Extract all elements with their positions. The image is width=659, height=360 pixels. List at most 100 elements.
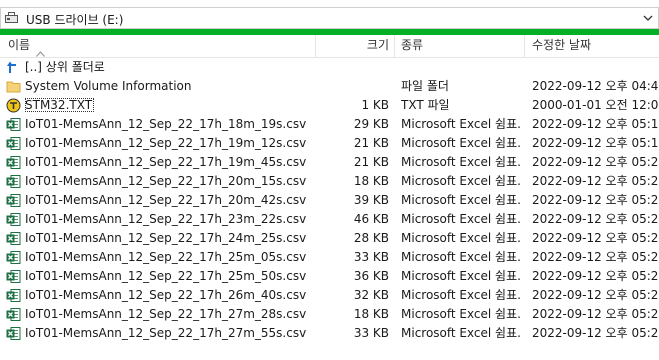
- column-header-size[interactable]: 크기: [316, 35, 389, 57]
- file-size: 21 KB: [353, 136, 389, 150]
- excel-csv-icon: [6, 307, 21, 322]
- chevron-down-icon[interactable]: [642, 12, 654, 24]
- excel-csv-icon: [6, 250, 21, 265]
- column-name-label: 이름: [8, 38, 31, 52]
- file-size: 33 KB: [353, 250, 389, 264]
- file-type: Microsoft Excel 쉼표...: [401, 307, 521, 321]
- file-type: Microsoft Excel 쉼표...: [401, 136, 521, 150]
- file-name-text: IoT01-MemsAnn_12_Sep_22_17h_26m_40s.csv: [25, 288, 307, 302]
- file-name: IoT01-MemsAnn_12_Sep_22_17h_26m_40s.csv: [25, 286, 315, 305]
- file-modified: [532, 58, 659, 77]
- file-size: 28 KB: [353, 231, 389, 245]
- file-name-text: IoT01-MemsAnn_12_Sep_22_17h_20m_15s.csv: [25, 174, 307, 188]
- file-row[interactable]: IoT01-MemsAnn_12_Sep_22_17h_23m_22s.csv 4…: [0, 210, 659, 229]
- file-name-text: IoT01-MemsAnn_12_Sep_22_17h_23m_22s.csv: [25, 212, 307, 226]
- file-size: 21 KB: [353, 155, 389, 169]
- file-name-text: IoT01-MemsAnn_12_Sep_22_17h_18m_19s.csv: [25, 117, 307, 131]
- file-size: 29 KB: [353, 117, 389, 131]
- file-type: TXT 파일: [401, 98, 450, 112]
- file-type: Microsoft Excel 쉼표...: [401, 288, 521, 302]
- usb-drive-icon: [5, 12, 18, 24]
- file-name: IoT01-MemsAnn_12_Sep_22_17h_24m_25s.csv: [25, 229, 315, 248]
- file-modified: 2022-09-12 오후 05:19: [532, 136, 659, 150]
- file-modified: 2022-09-12 오후 05:27: [532, 307, 659, 321]
- file-name: STM32.TXT: [25, 96, 315, 115]
- file-row[interactable]: IoT01-MemsAnn_12_Sep_22_17h_19m_12s.csv 2…: [0, 134, 659, 153]
- parent-folder-icon: [6, 60, 21, 75]
- file-modified: 2022-09-12 오후 04:48: [532, 79, 659, 93]
- file-size: 18 KB: [353, 174, 389, 188]
- file-modified: 2000-01-01 오전 12:00: [532, 98, 659, 112]
- file-modified: 2022-09-12 오후 05:20: [532, 155, 659, 169]
- excel-csv-icon: [6, 117, 21, 132]
- column-size-label: 크기: [366, 38, 389, 52]
- file-name-text: [..] 상위 폴더로: [25, 60, 105, 74]
- file-name-text: IoT01-MemsAnn_12_Sep_22_17h_19m_45s.csv: [25, 155, 307, 169]
- file-type: Microsoft Excel 쉼표...: [401, 250, 521, 264]
- file-name-text: IoT01-MemsAnn_12_Sep_22_17h_24m_25s.csv: [25, 231, 307, 245]
- file-size: [315, 58, 389, 77]
- file-name-text: System Volume Information: [25, 79, 192, 93]
- file-size: 32 KB: [353, 288, 389, 302]
- file-row[interactable]: [..] 상위 폴더로: [0, 58, 659, 77]
- column-header-name[interactable]: 이름: [8, 35, 46, 57]
- file-type: Microsoft Excel 쉼표...: [401, 269, 521, 283]
- file-type: Microsoft Excel 쉼표...: [401, 155, 521, 169]
- file-name: IoT01-MemsAnn_12_Sep_22_17h_19m_45s.csv: [25, 153, 315, 172]
- file-row[interactable]: IoT01-MemsAnn_12_Sep_22_17h_26m_40s.csv 3…: [0, 286, 659, 305]
- column-type-label: 종류: [401, 38, 424, 52]
- file-row[interactable]: System Volume Information 파일 폴더 2022-09-12…: [0, 77, 659, 96]
- file-name: IoT01-MemsAnn_12_Sep_22_17h_25m_05s.csv: [25, 248, 315, 267]
- file-name: System Volume Information: [25, 77, 315, 96]
- file-row[interactable]: IoT01-MemsAnn_12_Sep_22_17h_25m_05s.csv 3…: [0, 248, 659, 267]
- file-size: 1 KB: [361, 98, 389, 112]
- file-type: Microsoft Excel 쉼표...: [401, 231, 521, 245]
- file-row[interactable]: IoT01-MemsAnn_12_Sep_22_17h_19m_45s.csv 2…: [0, 153, 659, 172]
- file-row[interactable]: IoT01-MemsAnn_12_Sep_22_17h_18m_19s.csv 2…: [0, 115, 659, 134]
- file-list: [..] 상위 폴더로 System Volume Information 파일 폴…: [0, 58, 659, 343]
- file-name: IoT01-MemsAnn_12_Sep_22_17h_23m_22s.csv: [25, 210, 315, 229]
- file-size: 36 KB: [353, 269, 389, 283]
- file-modified: 2022-09-12 오후 05:18: [532, 117, 659, 131]
- column-modified-label: 수정한 날짜: [532, 38, 592, 52]
- file-name-text: STM32.TXT: [25, 98, 95, 112]
- excel-csv-icon: [6, 326, 21, 341]
- file-name: IoT01-MemsAnn_12_Sep_22_17h_18m_19s.csv: [25, 115, 315, 134]
- file-size: 39 KB: [353, 193, 389, 207]
- address-bar[interactable]: USB 드라이브 (E:): [0, 7, 659, 29]
- column-header: 이름 크기 종류 수정한 날짜: [0, 35, 659, 58]
- column-header-type[interactable]: 종류: [401, 35, 423, 57]
- file-name-text: IoT01-MemsAnn_12_Sep_22_17h_27m_28s.csv: [25, 307, 307, 321]
- file-name: IoT01-MemsAnn_12_Sep_22_17h_25m_50s.csv: [25, 267, 315, 286]
- file-name: IoT01-MemsAnn_12_Sep_22_17h_19m_12s.csv: [25, 134, 315, 153]
- file-modified: 2022-09-12 오후 05:20: [532, 174, 659, 188]
- file-type: [401, 58, 521, 77]
- file-row[interactable]: IoT01-MemsAnn_12_Sep_22_17h_20m_15s.csv 1…: [0, 172, 659, 191]
- file-name: IoT01-MemsAnn_12_Sep_22_17h_20m_42s.csv: [25, 191, 315, 210]
- excel-csv-icon: [6, 231, 21, 246]
- file-name: [..] 상위 폴더로: [25, 58, 315, 77]
- file-row[interactable]: IoT01-MemsAnn_12_Sep_22_17h_25m_50s.csv 3…: [0, 267, 659, 286]
- column-divider[interactable]: [394, 35, 395, 57]
- file-modified: 2022-09-12 오후 05:21: [532, 193, 659, 207]
- excel-csv-icon: [6, 212, 21, 227]
- file-name-text: IoT01-MemsAnn_12_Sep_22_17h_27m_55s.csv: [25, 326, 307, 340]
- file-row[interactable]: IoT01-MemsAnn_12_Sep_22_17h_27m_55s.csv 3…: [0, 324, 659, 343]
- excel-csv-icon: [6, 269, 21, 284]
- file-type: Microsoft Excel 쉼표...: [401, 326, 521, 340]
- file-row[interactable]: IoT01-MemsAnn_12_Sep_22_17h_20m_42s.csv 3…: [0, 191, 659, 210]
- file-size: 18 KB: [353, 307, 389, 321]
- file-row[interactable]: IoT01-MemsAnn_12_Sep_22_17h_24m_25s.csv 2…: [0, 229, 659, 248]
- file-name: IoT01-MemsAnn_12_Sep_22_17h_27m_28s.csv: [25, 305, 315, 324]
- file-size: 33 KB: [353, 326, 389, 340]
- column-header-modified[interactable]: 수정한 날짜: [532, 35, 591, 57]
- excel-csv-icon: [6, 155, 21, 170]
- file-modified: 2022-09-12 오후 05:26: [532, 269, 659, 283]
- file-type: Microsoft Excel 쉼표...: [401, 174, 521, 188]
- column-divider[interactable]: [524, 35, 525, 57]
- file-row[interactable]: STM32.TXT 1 KB TXT 파일 2000-01-01 오전 12:00: [0, 96, 659, 115]
- address-path[interactable]: USB 드라이브 (E:): [26, 11, 123, 28]
- text-file-icon: [6, 98, 21, 113]
- file-size: 46 KB: [353, 212, 389, 226]
- file-row[interactable]: IoT01-MemsAnn_12_Sep_22_17h_27m_28s.csv 1…: [0, 305, 659, 324]
